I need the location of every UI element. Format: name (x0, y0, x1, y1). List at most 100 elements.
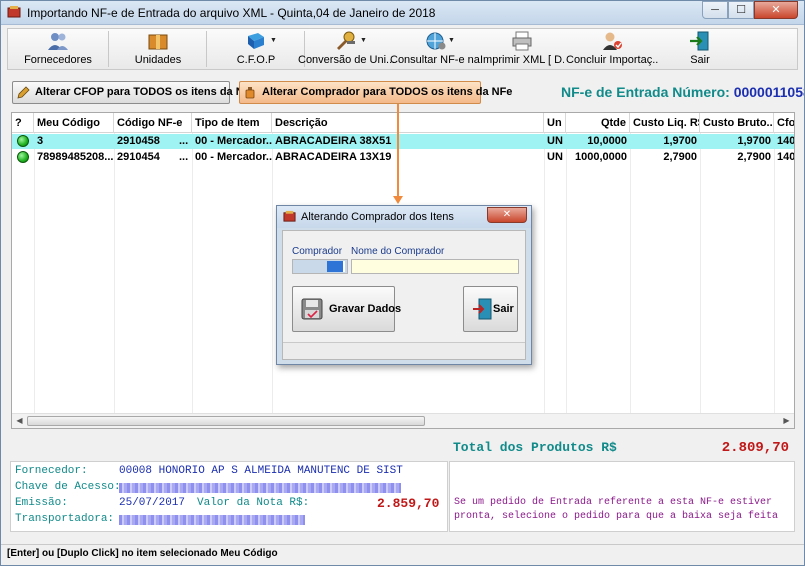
column-header-qtde[interactable]: Qtde (566, 113, 630, 133)
fornecedor-label: Fornecedor: (15, 465, 88, 477)
column-header-meu-codigo[interactable]: Meu Código (34, 113, 114, 133)
toolbar-label: Consultar NF-e na... (390, 54, 482, 66)
toolbar-separator (206, 31, 207, 67)
column-header-tipo-item[interactable]: Tipo de Item (192, 113, 272, 133)
column-header-custo-bruto[interactable]: Custo Bruto... (700, 113, 774, 133)
column-header-cfo[interactable]: Cfo (774, 113, 794, 133)
chevron-down-icon: ▼ (360, 37, 367, 44)
toolbar-consultar-button[interactable]: ▼ Consultar NF-e na... (390, 29, 482, 69)
toolbar-separator (108, 31, 109, 67)
toolbar-label: Conversão de Uni... (298, 54, 394, 66)
column-header-status[interactable]: ? (12, 113, 34, 133)
cell-qtde: 10,0000 (587, 135, 627, 147)
scroll-right-icon[interactable]: ▶ (779, 414, 794, 428)
dialog-body: Comprador Nome do Comprador Gravar Dados… (282, 230, 526, 360)
callout-line (397, 104, 399, 198)
fornecedor-value: 00008 HONORIO AP S ALMEIDA MANUTENC DE S… (119, 465, 403, 477)
comprador-selection (327, 261, 345, 272)
status-bar: [Enter] ou [Duplo Click] no item selecio… (1, 544, 804, 565)
horizontal-scrollbar[interactable]: ◀ ▶ (12, 413, 794, 428)
valor-nota-value: 2.859,70 (377, 496, 440, 511)
table-row[interactable]: 78989485208... 2910454 ... 00 - Mercador… (12, 150, 794, 165)
chevron-down-icon: ▼ (270, 37, 277, 44)
cell-descricao: ABRACADEIRA 13X19 (275, 151, 392, 163)
grid-line (34, 133, 35, 415)
toolbar-imprimir-button[interactable]: Imprimir XML [ D... (480, 29, 564, 69)
main-window: Importando NF-e de Entrada do arquivo XM… (0, 0, 805, 566)
column-header-un[interactable]: Un (544, 113, 566, 133)
column-header-codigo-nfe[interactable]: Código NF-e (114, 113, 192, 133)
toolbar-conversao-button[interactable]: ▼ Conversão de Uni... (298, 29, 394, 69)
scrollbar-thumb[interactable] (27, 416, 425, 426)
total-produtos-value: 2.809,70 (721, 440, 789, 456)
transportadora-redacted (119, 515, 305, 525)
box-icon (148, 34, 168, 50)
cell-meu-codigo: 3 (37, 135, 44, 147)
sair-label: Sair (493, 303, 514, 315)
cell-codigo-nfe: 2910454 (117, 151, 160, 163)
cell-cfo: 140 (777, 151, 795, 163)
grid-line (192, 133, 193, 415)
alterar-cfop-button[interactable]: Alterar CFOP para TODOS os itens da NFe (12, 81, 257, 104)
tools-icon (337, 31, 355, 50)
cell-tipo-item: 00 - Mercador... (195, 135, 272, 147)
lookup-button[interactable]: ... (176, 134, 192, 149)
comprador-input[interactable] (292, 259, 348, 274)
grid-line (700, 133, 701, 415)
cell-codigo-nfe: 2910458 (117, 135, 160, 147)
dialog-close-button[interactable]: ✕ (487, 207, 527, 223)
exit-door-icon (473, 298, 492, 320)
maximize-button[interactable]: ☐ (728, 1, 754, 19)
column-header-descricao[interactable]: Descrição (272, 113, 544, 133)
sair-button[interactable]: Sair (463, 286, 518, 332)
dialog-title-bar[interactable]: Alterando Comprador dos Itens ✕ (277, 206, 531, 228)
cell-descricao: ABRACADEIRA 38X51 (275, 135, 392, 147)
exit-door-icon (690, 31, 709, 51)
chevron-down-icon: ▼ (448, 37, 455, 44)
alterar-comprador-button[interactable]: Alterar Comprador para TODOS os itens da… (239, 81, 512, 104)
lookup-button[interactable]: ... (176, 150, 192, 165)
cell-custo-bruto: 1,9700 (737, 135, 771, 147)
emissao-label: Emissão: (15, 497, 68, 509)
toolbar-unidades-button[interactable]: Unidades (112, 29, 204, 69)
toolbar-label: Unidades (134, 54, 182, 66)
scroll-left-icon[interactable]: ◀ (12, 414, 27, 428)
toolbar-concluir-button[interactable]: Concluir Importaç... (566, 29, 658, 69)
status-text: [Enter] ou [Duplo Click] no item selecio… (7, 548, 278, 559)
nome-comprador-field[interactable] (351, 259, 519, 274)
emissao-value: 25/07/2017 (119, 497, 186, 509)
title-bar[interactable]: Importando NF-e de Entrada do arquivo XM… (1, 1, 804, 25)
toolbar-label: Imprimir XML [ D... (480, 54, 564, 66)
toolbar-cfop-button[interactable]: ▼ C.F.O.P (210, 29, 302, 69)
column-header-custo-liq[interactable]: Custo Liq. R$ (630, 113, 700, 133)
window-title: Importando NF-e de Entrada do arquivo XM… (27, 6, 436, 20)
minimize-button[interactable]: ─ (702, 1, 728, 19)
chave-acesso-redacted (119, 483, 401, 493)
toolbar: Fornecedores Unidades ▼ C.F.O.P ▼ Conver… (7, 28, 798, 70)
grid-line (566, 133, 567, 415)
grid-line (544, 133, 545, 415)
pedido-note-panel[interactable]: Se um pedido de Entrada referente a esta… (449, 461, 795, 532)
gravar-dados-button[interactable]: Gravar Dados (292, 286, 401, 332)
toolbar-sair-button[interactable]: Sair (660, 29, 740, 69)
bottle-icon (245, 87, 255, 99)
cell-meu-codigo: 78989485208... (37, 151, 114, 163)
grid-line (114, 133, 115, 415)
toolbar-fornecedores-button[interactable]: Fornecedores (12, 29, 104, 69)
cell-cfo: 140 (777, 135, 795, 147)
close-button[interactable]: ✕ (754, 1, 798, 19)
chave-acesso-label: Chave de Acesso: (15, 481, 121, 493)
status-ok-icon (17, 135, 29, 147)
pedido-note-text: Se um pedido de Entrada referente a esta… (454, 497, 779, 522)
cell-qtde: 1000,0000 (575, 151, 627, 163)
dialog-status (283, 342, 525, 359)
app-icon (283, 210, 296, 222)
valor-nota-label: Valor da Nota R$: (197, 497, 310, 509)
alterar-comprador-dialog: Alterando Comprador dos Itens ✕ Comprado… (276, 205, 532, 365)
table-row[interactable]: 3 2910458 ... 00 - Mercador... ABRACADEI… (12, 134, 794, 149)
status-ok-icon (17, 151, 29, 163)
nfe-number-value: 0000011058 (733, 84, 805, 100)
alterar-comprador-label: Alterar Comprador para TODOS os itens da… (262, 86, 513, 98)
nome-comprador-label: Nome do Comprador (351, 246, 445, 257)
toolbar-label: Concluir Importaç... (566, 54, 658, 66)
